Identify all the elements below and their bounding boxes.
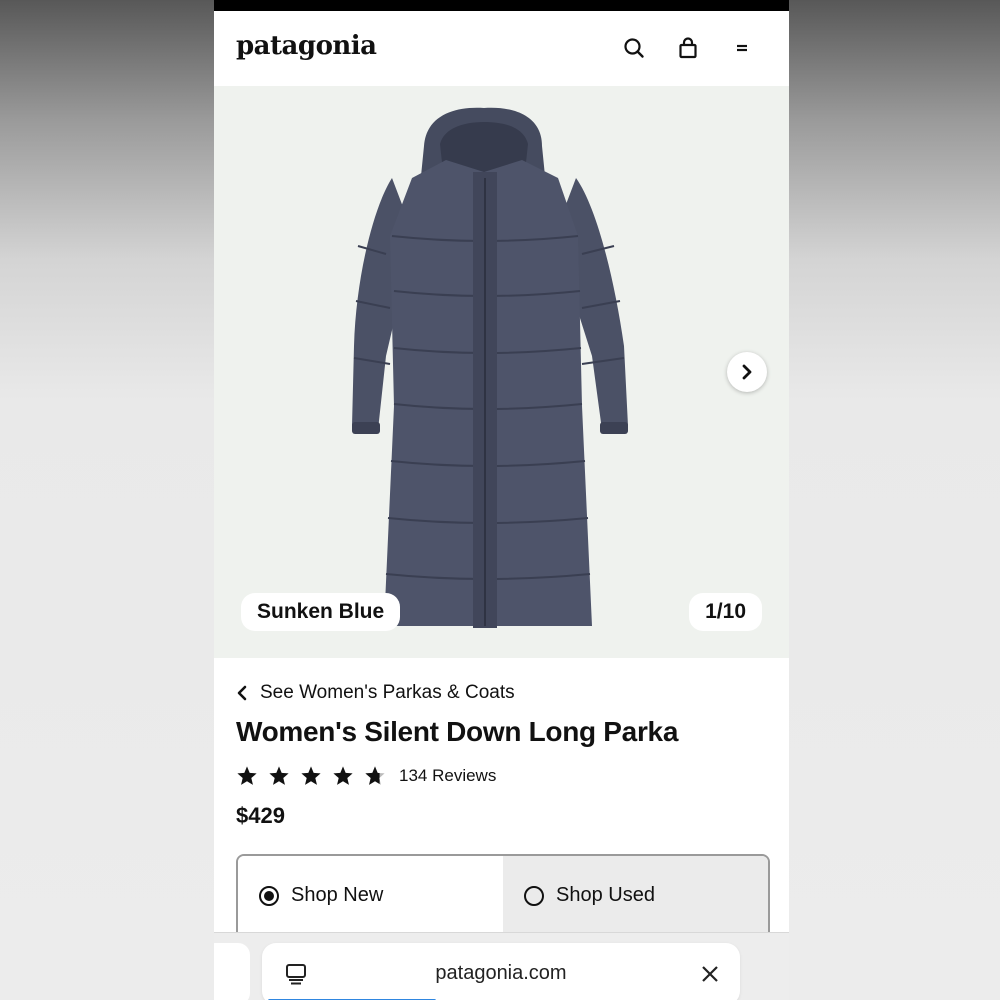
product-rating[interactable]: 134 Reviews bbox=[236, 762, 496, 790]
shop-new-label: Shop New bbox=[291, 884, 384, 906]
url-text[interactable]: patagonia.com bbox=[262, 962, 740, 985]
breadcrumb[interactable]: See Women's Parkas & Coats bbox=[236, 680, 515, 706]
product-image-gallery[interactable]: Sunken Blue 1/10 bbox=[214, 86, 789, 658]
next-image-button[interactable] bbox=[727, 352, 767, 392]
close-icon[interactable] bbox=[700, 964, 720, 984]
chevron-right-icon bbox=[742, 364, 752, 380]
shopping-bag-icon[interactable] bbox=[676, 36, 700, 60]
star-icon bbox=[268, 765, 290, 787]
site-header: patagonia bbox=[214, 11, 789, 86]
product-image-parka bbox=[352, 107, 628, 628]
shop-used-label: Shop Used bbox=[556, 884, 655, 906]
star-icon bbox=[332, 765, 354, 787]
browser-address-bar: patagonia.com bbox=[214, 932, 789, 1000]
chevron-left-icon bbox=[237, 685, 247, 701]
menu-icon[interactable] bbox=[730, 36, 754, 60]
image-counter-badge: 1/10 bbox=[689, 593, 762, 631]
star-icon bbox=[300, 765, 322, 787]
reviews-count-link[interactable]: 134 Reviews bbox=[399, 766, 496, 786]
product-title: Women's Silent Down Long Parka bbox=[236, 716, 679, 747]
color-name-badge: Sunken Blue bbox=[241, 593, 401, 631]
radio-selected-icon[interactable] bbox=[259, 886, 279, 906]
star-icon bbox=[236, 765, 258, 787]
status-bar bbox=[214, 0, 789, 11]
url-field[interactable]: patagonia.com bbox=[262, 943, 740, 1000]
breadcrumb-link[interactable]: See Women's Parkas & Coats bbox=[260, 682, 515, 704]
previous-tab-preview[interactable] bbox=[214, 943, 250, 1000]
patagonia-logo[interactable]: patagonia bbox=[236, 31, 377, 61]
search-icon[interactable] bbox=[622, 36, 646, 60]
partial-star-icon bbox=[364, 765, 386, 787]
radio-unselected-icon[interactable] bbox=[524, 886, 544, 906]
mobile-browser-viewport: patagonia Sunken Blue 1/10 See Women's P… bbox=[214, 0, 789, 1000]
product-price: $429 bbox=[236, 803, 285, 828]
